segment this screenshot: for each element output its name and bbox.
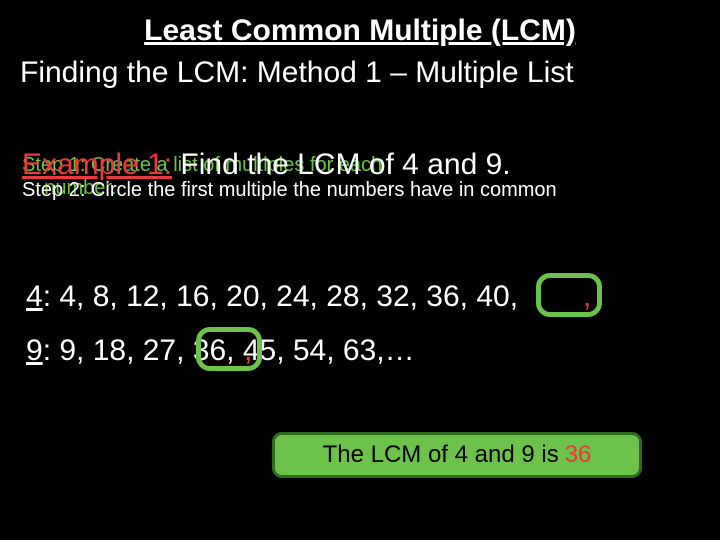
overlapping-text-block: Step 1: Create a list of multiples for e… (22, 154, 702, 214)
circle-highlight-36-row4 (536, 273, 602, 317)
step-2-white-text: Step 2: Circle the first multiple the nu… (22, 179, 557, 202)
answer-text: The LCM of 4 and 9 is (323, 441, 559, 469)
step-2-block: number. Step 2: Circle the first multipl… (22, 178, 702, 198)
example-body: Find the LCM of 4 and 9. (172, 148, 511, 181)
multiples-of-4-line: 4: 4, 8, 12, 16, 20, 24, 28, 32, 36, 40, (26, 280, 518, 314)
slide-subtitle: Finding the LCM: Method 1 – Multiple Lis… (20, 54, 700, 92)
multiples-4-list: : 4, 8, 12, 16, 20, 24, 28, 32, 36, 40, (43, 280, 518, 313)
multiples-4-lead: 4 (26, 280, 43, 313)
slide-title: Least Common Multiple (LCM) (0, 14, 720, 48)
answer-box: The LCM of 4 and 9 is 36 (272, 432, 642, 478)
red-comma-row4: , (583, 280, 591, 314)
red-comma-row9: , (244, 334, 252, 368)
multiples-9-lead: 9 (26, 334, 43, 367)
answer-value: 36 (565, 441, 592, 469)
